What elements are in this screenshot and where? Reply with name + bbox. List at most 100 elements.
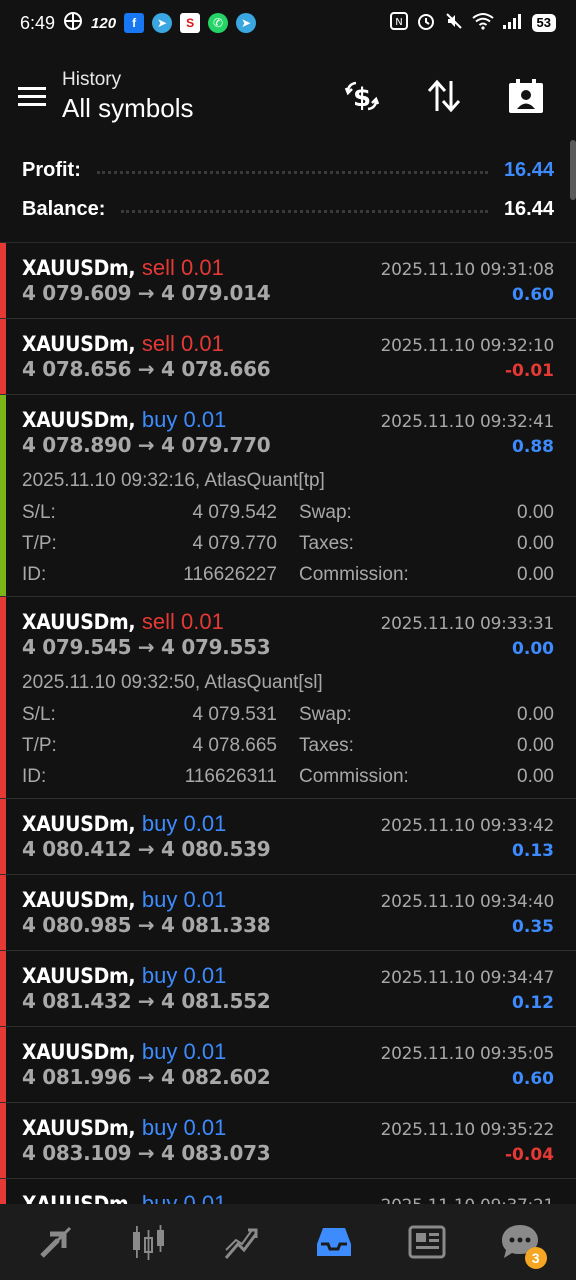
deal-time: 2025.11.10 09:32:10 [380,336,555,356]
toolbar: History All symbols $ [0,56,576,136]
dotted-leader [96,170,488,174]
deal-time: 2025.11.10 09:31:08 [380,260,555,280]
page-title[interactable]: All symbols [62,93,193,124]
scrollbar[interactable] [570,140,576,200]
deal-result-bar [0,875,6,950]
deal-time: 2025.11.10 09:33:31 [380,614,555,634]
id-value: 116626227 [183,564,277,585]
deal-side: sell 0.01 [141,331,224,356]
deal-side: buy 0.01 [141,1191,227,1204]
menu-button[interactable] [2,66,62,126]
deal-side: buy 0.01 [141,963,227,988]
deal-side: sell 0.01 [141,609,224,634]
deposit-withdraw-button[interactable]: $ [332,66,392,126]
balance-row: Balance: 16.44 [22,191,554,227]
deal-symbol: XAUUSDm, [22,964,136,988]
balance-value: 16.44 [503,197,554,220]
taxes-value: 0.00 [517,735,554,756]
sl-label: S/L: [22,704,56,725]
deal-symbol: XAUUSDm, [22,610,136,634]
tp-label: T/P: [22,735,57,756]
status-time: 6:49 [20,12,56,33]
deal-prices-row: 4 081.432 → 4 081.552 0.12 [22,989,554,1017]
deal-profit: 0.88 [512,437,554,457]
deal-header: XAUUSDm, buy 0.01 2025.11.10 09:37:21 [22,1191,554,1204]
deal-result-bar [0,951,6,1026]
sl-value: 4 079.531 [192,704,277,725]
nav-news[interactable] [392,1207,462,1277]
deal-side: buy 0.01 [141,407,227,432]
trade-icon [224,1228,258,1259]
deal-prices-row: 4 080.985 → 4 081.338 0.35 [22,913,554,941]
bottom-nav: 3 [0,1204,576,1280]
deal-row[interactable]: XAUUSDm, buy 0.01 2025.11.10 09:35:22 4 … [0,1103,576,1179]
hamburger-icon [18,87,46,106]
deal-time: 2025.11.10 09:33:42 [380,816,555,836]
deal-result-bar [0,799,6,874]
deal-header: XAUUSDm, buy 0.01 2025.11.10 09:34:47 [22,963,554,991]
nav-chart[interactable] [114,1207,184,1277]
deal-time: 2025.11.10 09:34:40 [380,892,555,912]
deal-time: 2025.11.10 09:35:05 [380,1044,555,1064]
id-label: ID: [22,766,47,787]
chart-icon [132,1225,164,1260]
deal-header: XAUUSDm, buy 0.01 2025.11.10 09:33:42 [22,811,554,839]
deal-side: buy 0.01 [141,1115,227,1140]
dollar-exchange-icon: $ [344,81,380,113]
deal-prices-row: 4 078.890 → 4 079.770 0.88 [22,433,554,461]
deal-profit: 0.60 [512,1069,554,1089]
tp-value: 4 078.665 [192,735,277,756]
deal-header: XAUUSDm, sell 0.01 2025.11.10 09:33:31 [22,609,554,637]
deal-symbol: XAUUSDm, [22,888,136,912]
nav-trade[interactable] [207,1207,277,1277]
deal-result-bar [0,319,6,394]
deal-row[interactable]: XAUUSDm, buy 0.01 2025.11.10 09:34:47 4 … [0,951,576,1027]
deal-prices: 4 081.996 → 4 082.602 [22,1065,271,1089]
sort-button[interactable] [414,66,474,126]
nav-history[interactable] [299,1207,369,1277]
history-icon [317,1228,352,1256]
dotted-leader [121,209,488,213]
taxes-value: 0.00 [517,533,554,554]
deal-details-grid: S/L: 4 079.531 Swap: 0.00 T/P: 4 078.665… [22,699,554,792]
deal-profit: -0.04 [505,1145,554,1165]
tp-value: 4 079.770 [192,533,277,554]
deal-row[interactable]: XAUUSDm, sell 0.01 2025.11.10 09:33:31 4… [0,597,576,799]
deal-row[interactable]: XAUUSDm, buy 0.01 2025.11.10 09:35:05 4 … [0,1027,576,1103]
deal-details-grid: S/L: 4 079.542 Swap: 0.00 T/P: 4 079.770… [22,497,554,590]
deal-profit: 0.12 [512,993,554,1013]
swap-label: Swap: [299,502,352,523]
news-icon [408,1225,446,1259]
nfc-icon: N [389,11,408,35]
deal-symbol: XAUUSDm, [22,256,136,280]
signal-icon [502,12,524,35]
calendar-user-icon [509,79,543,113]
id-label: ID: [22,564,47,585]
swap-value: 0.00 [517,704,554,725]
deal-row[interactable]: XAUUSDm, buy 0.01 2025.11.10 09:32:41 4 … [0,395,576,597]
deal-row[interactable]: XAUUSDm, sell 0.01 2025.11.10 09:31:08 4… [0,243,576,319]
deal-prices: 4 080.985 → 4 081.338 [22,913,271,937]
deal-header: XAUUSDm, buy 0.01 2025.11.10 09:35:22 [22,1115,554,1143]
swap-value: 0.00 [517,502,554,523]
period-button[interactable] [496,66,556,126]
wifi-icon [471,12,494,35]
deal-row[interactable]: XAUUSDm, buy 0.01 2025.11.10 09:34:40 4 … [0,875,576,951]
deal-side: buy 0.01 [141,811,227,836]
deal-symbol: XAUUSDm, [22,1116,136,1140]
chat-badge: 3 [524,1247,547,1269]
deal-row[interactable]: XAUUSDm, buy 0.01 2025.11.10 09:37:21 [0,1179,576,1204]
deal-row[interactable]: XAUUSDm, buy 0.01 2025.11.10 09:33:42 4 … [0,799,576,875]
deal-header: XAUUSDm, sell 0.01 2025.11.10 09:31:08 [22,255,554,283]
nav-chat[interactable]: 3 [485,1207,555,1277]
nav-quotes[interactable] [21,1207,91,1277]
refresh-rate: 120 [91,14,117,32]
deal-time: 2025.11.10 09:35:22 [380,1120,555,1140]
deal-prices: 4 078.890 → 4 079.770 [22,433,271,457]
deal-row[interactable]: XAUUSDm, sell 0.01 2025.11.10 09:32:10 4… [0,319,576,395]
deal-result-bar [0,1103,6,1178]
deal-prices-row: 4 079.609 → 4 079.014 0.60 [22,281,554,309]
telegram-icon-2: ➤ [236,13,257,33]
deal-result-bar [0,243,6,318]
profit-row: Profit: 16.44 [22,152,554,188]
